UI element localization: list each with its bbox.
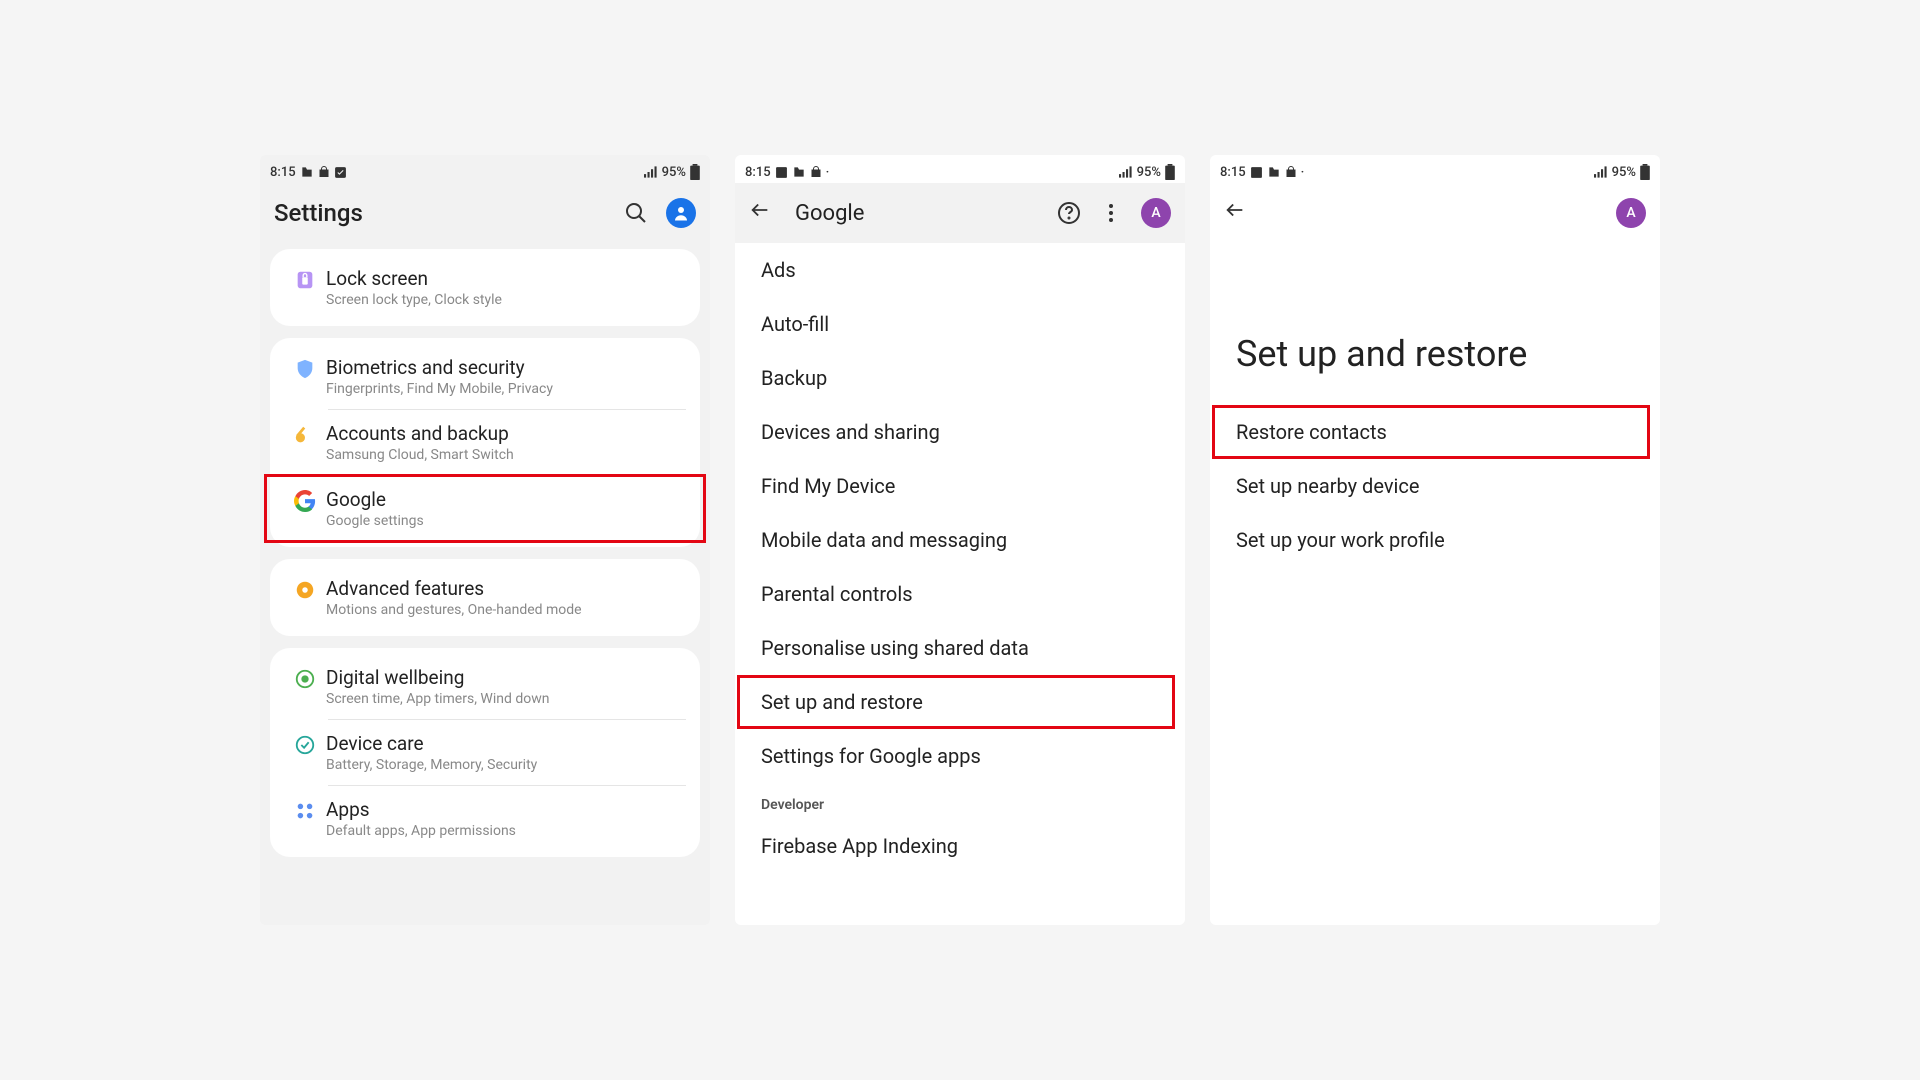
google-icon	[294, 490, 316, 512]
lock-icon	[294, 269, 316, 291]
status-time: 8:15	[1220, 165, 1246, 180]
battery-percent: 95%	[1137, 165, 1161, 180]
row-title: Lock screen	[326, 267, 686, 290]
screen-setup-restore: 8:15 · 95% A Set up and restore Restore …	[1210, 155, 1660, 925]
item-google-apps-settings[interactable]: Settings for Google apps	[735, 729, 1185, 783]
section-developer: Developer	[735, 783, 1185, 819]
folder-icon	[792, 165, 806, 179]
status-time: 8:15	[745, 165, 771, 180]
item-firebase[interactable]: Firebase App Indexing	[735, 819, 1185, 873]
screen-google: 8:15 · 95% Google	[735, 155, 1185, 925]
shield-icon	[294, 358, 316, 380]
folder-icon	[1267, 165, 1281, 179]
header-settings: Settings	[260, 183, 710, 243]
battery-icon	[690, 164, 700, 180]
apps-icon	[294, 800, 316, 822]
profile-avatar[interactable]: A	[1141, 198, 1171, 228]
status-time: 8:15	[270, 165, 296, 180]
row-sub: Screen lock type, Clock style	[326, 292, 686, 308]
row-google[interactable]: GoogleGoogle settings	[270, 476, 700, 541]
item-personalise[interactable]: Personalise using shared data	[735, 621, 1185, 675]
status-bar: 8:15 · 95%	[1210, 155, 1660, 183]
item-work-profile[interactable]: Set up your work profile	[1210, 513, 1660, 567]
row-wellbeing[interactable]: Digital wellbeingScreen time, App timers…	[270, 654, 700, 719]
row-advanced[interactable]: Advanced featuresMotions and gestures, O…	[270, 565, 700, 630]
signal-icon	[644, 166, 658, 178]
folder-icon	[300, 165, 314, 179]
row-lock-screen[interactable]: Lock screen Screen lock type, Clock style	[270, 255, 700, 320]
card-system: Digital wellbeingScreen time, App timers…	[270, 648, 700, 857]
key-icon	[294, 424, 316, 446]
google-settings-list: Ads Auto-fill Backup Devices and sharing…	[735, 243, 1185, 883]
item-setup-nearby[interactable]: Set up nearby device	[1210, 459, 1660, 513]
card-lock: Lock screen Screen lock type, Clock style	[270, 249, 700, 326]
settings-list: Lock screen Screen lock type, Clock style…	[260, 243, 710, 857]
page-title: Google	[795, 201, 1057, 226]
header-google: Google A	[735, 183, 1185, 243]
card-security: Biometrics and securityFingerprints, Fin…	[270, 338, 700, 547]
row-biometrics[interactable]: Biometrics and securityFingerprints, Fin…	[270, 344, 700, 409]
item-setup-restore[interactable]: Set up and restore	[735, 675, 1185, 729]
status-bar: 8:15 · 95%	[735, 155, 1185, 183]
battery-percent: 95%	[662, 165, 686, 180]
item-find-device[interactable]: Find My Device	[735, 459, 1185, 513]
screen-settings: 8:15 95% Settings	[260, 155, 710, 925]
item-restore-contacts[interactable]: Restore contacts	[1210, 405, 1660, 459]
bag-icon	[318, 165, 330, 179]
battery-percent: 95%	[1612, 165, 1636, 180]
row-accounts[interactable]: Accounts and backupSamsung Cloud, Smart …	[270, 410, 700, 475]
item-autofill[interactable]: Auto-fill	[735, 297, 1185, 351]
image-icon	[1250, 166, 1263, 179]
wellbeing-icon	[294, 668, 316, 690]
image-icon	[775, 166, 788, 179]
gear-plus-icon	[294, 579, 316, 601]
battery-icon	[1640, 164, 1650, 180]
item-mobile-data[interactable]: Mobile data and messaging	[735, 513, 1185, 567]
status-bar: 8:15 95%	[260, 155, 710, 183]
overflow-menu-button[interactable]	[1099, 201, 1123, 225]
signal-icon	[1594, 166, 1608, 178]
bag-icon	[810, 165, 822, 179]
back-button[interactable]	[749, 199, 771, 227]
battery-icon	[1165, 164, 1175, 180]
item-parental[interactable]: Parental controls	[735, 567, 1185, 621]
page-title: Settings	[274, 199, 624, 227]
item-devices-sharing[interactable]: Devices and sharing	[735, 405, 1185, 459]
help-button[interactable]	[1057, 201, 1081, 225]
item-ads[interactable]: Ads	[735, 243, 1185, 297]
item-backup[interactable]: Backup	[735, 351, 1185, 405]
profile-avatar[interactable]: A	[1616, 198, 1646, 228]
search-button[interactable]	[624, 201, 648, 225]
row-device-care[interactable]: Device careBattery, Storage, Memory, Sec…	[270, 720, 700, 785]
page-title: Set up and restore	[1210, 243, 1660, 405]
back-button[interactable]	[1224, 199, 1246, 227]
restore-list: Restore contacts Set up nearby device Se…	[1210, 405, 1660, 577]
bag-icon	[1285, 165, 1297, 179]
profile-avatar[interactable]	[666, 198, 696, 228]
row-apps[interactable]: AppsDefault apps, App permissions	[270, 786, 700, 851]
header-restore: A	[1210, 183, 1660, 243]
check-box-icon	[334, 166, 347, 179]
device-care-icon	[294, 734, 316, 756]
card-advanced: Advanced featuresMotions and gestures, O…	[270, 559, 700, 636]
signal-icon	[1119, 166, 1133, 178]
